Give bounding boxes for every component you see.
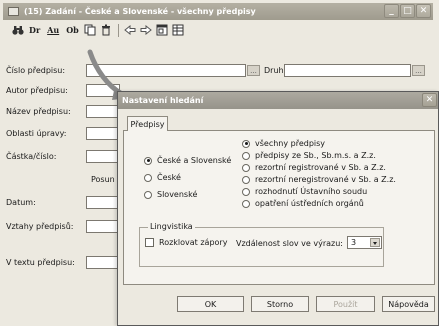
radio-button[interactable]	[242, 187, 250, 196]
region-option[interactable]: České	[144, 173, 181, 182]
radio-button[interactable]	[242, 139, 250, 148]
radio-button[interactable]	[144, 173, 152, 182]
castka-cislo-input[interactable]	[86, 150, 120, 163]
delete-icon[interactable]	[100, 23, 113, 37]
scope-option[interactable]: rezortní registrované v Sb. a Z.z.	[242, 163, 386, 172]
toolbar-au-button[interactable]: Au	[45, 23, 61, 37]
toolbar-ob-button[interactable]: Ob	[64, 23, 81, 37]
druh-input[interactable]	[284, 64, 411, 77]
maximize-button[interactable]: □	[400, 4, 415, 18]
dialog-title: Nastavení hledání	[122, 96, 204, 105]
scope-option[interactable]: opatření ústředních orgánů	[242, 199, 364, 208]
storno-button[interactable]: Storno	[251, 296, 309, 312]
oblasti-upravy-label: Oblasti úpravy:	[6, 129, 67, 138]
vztahy-predpisu-input[interactable]	[86, 220, 120, 233]
radio-button[interactable]	[242, 163, 250, 172]
region-option[interactable]: České a Slovenské	[144, 156, 231, 165]
lingvistika-legend: Lingvistika	[148, 222, 195, 231]
region-option-label: Slovenské	[157, 190, 198, 199]
radio-button[interactable]	[242, 199, 250, 208]
nazev-predpisu-input[interactable]	[86, 105, 120, 118]
nazev-predpisu-label: Název předpisu:	[6, 107, 71, 116]
vztahy-predpisu-label: Vztahy předpisů:	[6, 222, 74, 231]
window-icon[interactable]	[156, 23, 169, 37]
rozklovat-zapory-label: Rozklovat zápory	[159, 238, 228, 247]
chevron-down-icon[interactable]	[370, 238, 380, 247]
oblasti-upravy-input[interactable]	[86, 127, 120, 140]
scope-option-label: rezortní neregistrované v Sb. a Z.z.	[255, 175, 396, 184]
close-button[interactable]: ✕	[416, 4, 431, 18]
search-binoculars-icon[interactable]	[11, 23, 24, 37]
radio-button[interactable]	[144, 156, 152, 165]
cislo-predpisu-label: Číslo předpisu:	[6, 66, 66, 75]
distance-value: 3	[351, 238, 357, 247]
pouzit-button[interactable]: Použít	[316, 296, 375, 312]
autor-predpisu-label: Autor předpisu:	[6, 86, 68, 95]
datum-input[interactable]	[86, 196, 120, 209]
scope-option-label: rozhodnutí Ústavního soudu	[255, 187, 368, 196]
distance-label: Vzdálenost slov ve výrazu:	[236, 239, 343, 248]
region-option-label: České a Slovenské	[157, 156, 232, 165]
dialog-close-button[interactable]: ✕	[422, 93, 437, 107]
scope-option-label: předpisy ze Sb., Sb.m.s. a Z.z.	[255, 151, 376, 160]
tab-predpisy[interactable]: Předpisy	[127, 116, 168, 131]
scope-option-label: všechny předpisy	[255, 139, 326, 148]
ok-button[interactable]: OK	[177, 296, 244, 312]
toolbar: Dr Au Ob	[3, 21, 433, 39]
distance-select[interactable]: 3	[347, 236, 382, 249]
napoveda-button[interactable]: Nápověda	[382, 296, 435, 312]
region-option-label: České	[157, 173, 181, 182]
tab-panel-predpisy: České a Slovenské České Slovenské všechn…	[123, 130, 435, 285]
dialog-title-bar[interactable]: Nastavení hledání ✕	[118, 92, 438, 109]
rozklovat-zapory-option[interactable]: Rozklovat zápory	[145, 238, 227, 247]
region-option[interactable]: Slovenské	[144, 190, 197, 199]
datum-label: Datum:	[6, 198, 36, 207]
main-window-title: (15) Zadání - České a Slovenské - všechn…	[24, 7, 256, 16]
scope-option-label: rezortní registrované v Sb. a Z.z.	[255, 163, 386, 172]
posun-label: Posun	[91, 175, 115, 184]
rozklovat-zapory-checkbox[interactable]	[145, 238, 154, 247]
lingvistika-group: Lingvistika Rozklovat zápory Vzdálenost …	[139, 222, 384, 267]
toolbar-separator	[117, 23, 119, 37]
scope-option[interactable]: předpisy ze Sb., Sb.m.s. a Z.z.	[242, 151, 376, 160]
castka-cislo-label: Částka/číslo:	[6, 152, 57, 161]
cislo-dots-button[interactable]: ...	[247, 65, 260, 76]
toolbar-dr-button[interactable]: Dr	[27, 23, 42, 37]
radio-button[interactable]	[242, 151, 250, 160]
scope-option[interactable]: rezortní neregistrované v Sb. a Z.z.	[242, 175, 396, 184]
v-textu-predpisu-input[interactable]	[86, 256, 120, 269]
back-arrow-icon[interactable]	[124, 23, 137, 37]
window-controls: _ □ ✕	[384, 4, 431, 18]
scope-option[interactable]: rozhodnutí Ústavního soudu	[242, 187, 367, 196]
search-settings-dialog: Nastavení hledání ✕ Předpisy České a Slo…	[117, 91, 439, 326]
radio-button[interactable]	[144, 190, 152, 199]
druh-label: Druh:	[264, 66, 287, 75]
cislo-predpisu-input[interactable]	[86, 64, 246, 77]
autor-predpisu-input[interactable]	[86, 84, 120, 97]
forward-arrow-icon[interactable]	[140, 23, 153, 37]
table-icon[interactable]	[172, 23, 185, 37]
copy-icon[interactable]	[84, 23, 97, 37]
radio-button[interactable]	[242, 175, 250, 184]
v-textu-predpisu-label: V textu předpisu:	[6, 258, 75, 267]
scope-option[interactable]: všechny předpisy	[242, 139, 325, 148]
minimize-button[interactable]: _	[384, 4, 399, 18]
main-title-bar[interactable]: (15) Zadání - České a Slovenské - všechn…	[3, 3, 433, 20]
druh-dots-button[interactable]: ...	[412, 65, 425, 76]
scope-option-label: opatření ústředních orgánů	[255, 199, 364, 208]
app-window-icon	[8, 7, 19, 16]
